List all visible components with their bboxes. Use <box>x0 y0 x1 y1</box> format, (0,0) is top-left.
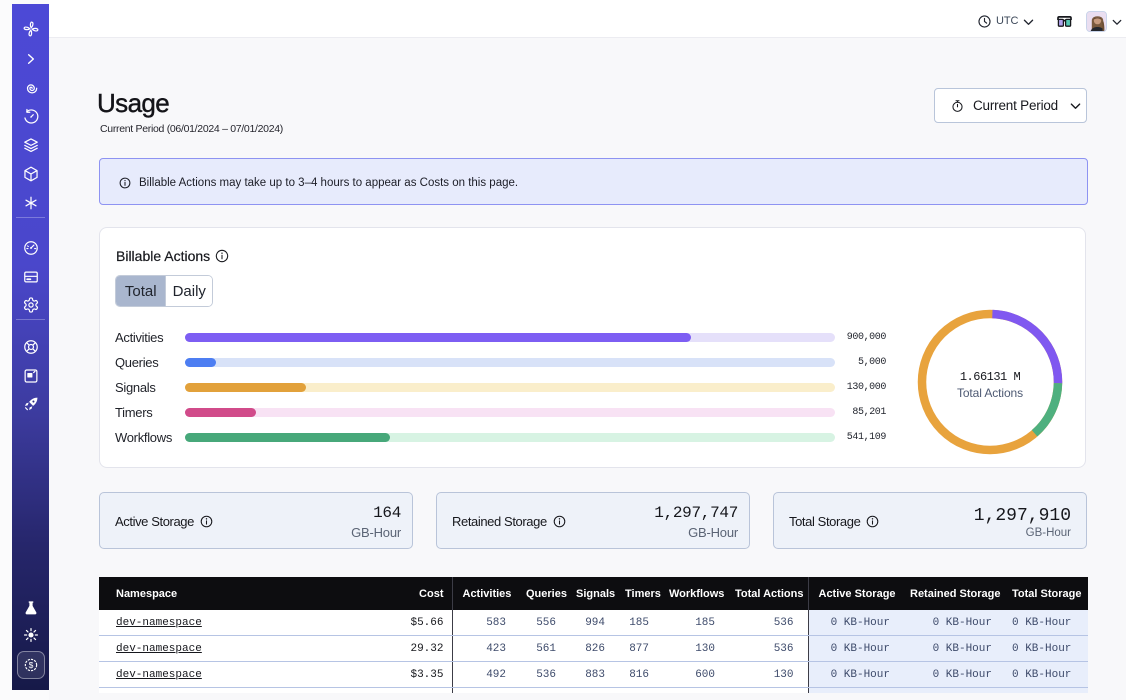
svg-text:$: $ <box>28 660 33 670</box>
